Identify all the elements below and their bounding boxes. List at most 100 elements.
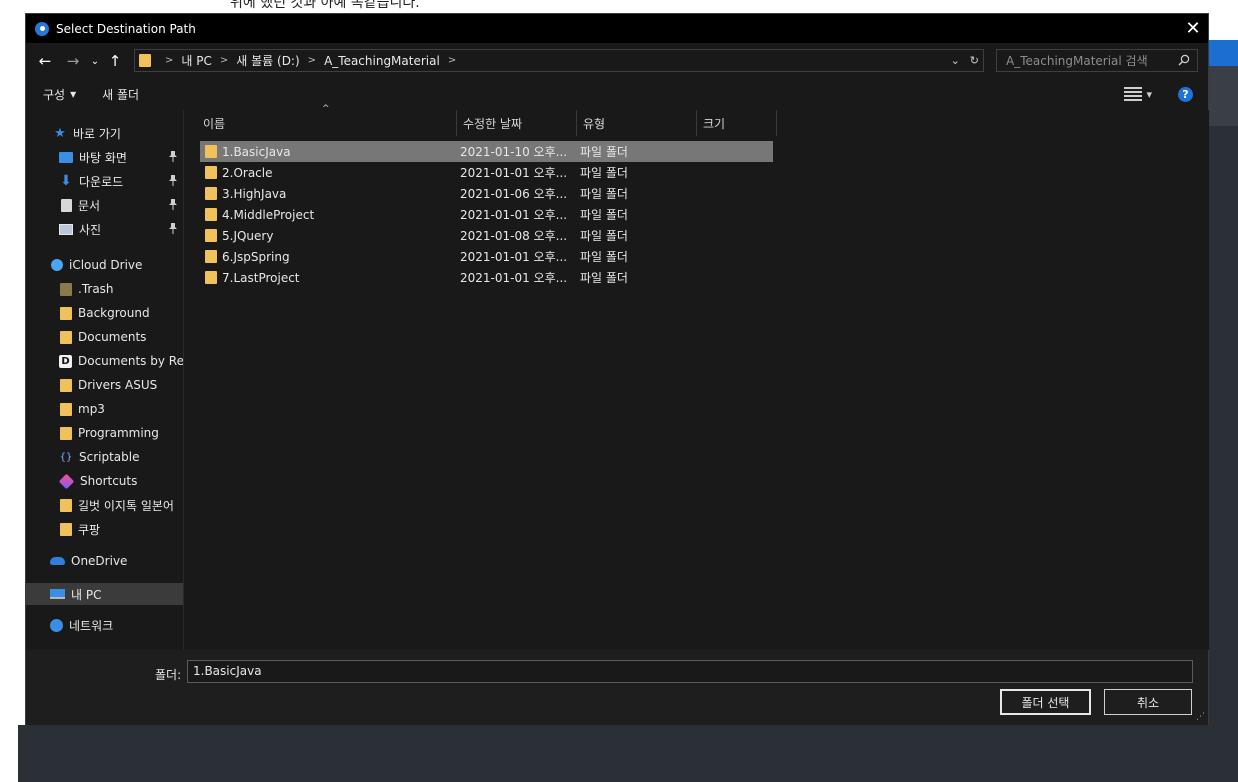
sidebar-item-programming[interactable]: Programming bbox=[26, 422, 183, 444]
sidebar-item-documents-by-readdle[interactable]: D Documents by Rea bbox=[26, 350, 183, 372]
sidebar-item-label: Shortcuts bbox=[80, 474, 138, 488]
folder-icon bbox=[60, 378, 72, 392]
sidebar-item-mp3[interactable]: mp3 bbox=[26, 398, 183, 420]
sidebar-item-shortcuts[interactable]: Shortcuts bbox=[26, 470, 183, 492]
resize-grip-icon[interactable]: ⋰ bbox=[1196, 712, 1205, 722]
search-icon[interactable] bbox=[1178, 54, 1190, 66]
column-header-type[interactable]: 유형 bbox=[577, 110, 697, 136]
recent-locations-button[interactable]: ⌄ bbox=[88, 50, 102, 72]
network-icon bbox=[50, 618, 63, 632]
sidebar-item-onedrive[interactable]: OneDrive bbox=[26, 550, 183, 572]
file-type: 파일 폴더 bbox=[580, 229, 628, 243]
sidebar-item-label: iCloud Drive bbox=[69, 258, 143, 272]
sidebar-item-drivers-asus[interactable]: Drivers ASUS bbox=[26, 374, 183, 396]
organize-button[interactable]: 구성 ▾ bbox=[43, 86, 76, 103]
sidebar-item-pictures[interactable]: 사진 bbox=[26, 218, 183, 240]
forward-button[interactable]: → bbox=[62, 50, 84, 72]
sidebar-item-icloud-drive[interactable]: iCloud Drive bbox=[26, 254, 183, 276]
search-box[interactable]: A_TeachingMaterial 검색 bbox=[996, 49, 1198, 72]
select-folder-button[interactable]: 폴더 선택 bbox=[1000, 689, 1091, 715]
sidebar-item-downloads[interactable]: ⬇ 다운로드 bbox=[26, 170, 183, 192]
folder-icon bbox=[205, 187, 217, 200]
address-dropdown-icon[interactable]: ⌄ bbox=[951, 54, 960, 67]
folder-icon bbox=[205, 250, 217, 263]
sidebar-item-quick-access[interactable]: ★ 바로 가기 bbox=[26, 122, 183, 144]
table-row[interactable]: 1.BasicJava 2021-01-10 오후... 파일 폴더 bbox=[200, 141, 773, 162]
navigation-bar: ← → ⌄ ↑ > 내 PC > 새 볼륨 (D:) > A_TeachingM… bbox=[26, 46, 1208, 76]
sidebar-item-scriptable[interactable]: {} Scriptable bbox=[26, 446, 183, 468]
column-header-name[interactable]: 이름 ^ bbox=[185, 104, 457, 136]
background-left-margin bbox=[0, 0, 18, 782]
onedrive-icon bbox=[50, 557, 65, 565]
pin-icon bbox=[169, 175, 177, 186]
column-header-label: 수정한 날짜 bbox=[463, 116, 523, 131]
file-date: 2021-01-01 오후... bbox=[460, 166, 568, 180]
close-button[interactable]: ✕ bbox=[1178, 14, 1208, 43]
sidebar-item-gilbut-japanese[interactable]: 길벗 이지톡 일본어 bbox=[26, 494, 183, 516]
sidebar-item-label: Background bbox=[78, 306, 150, 320]
file-date: 2021-01-08 오후... bbox=[460, 229, 568, 243]
column-header-date[interactable]: 수정한 날짜 bbox=[457, 110, 577, 136]
sidebar-item-documents-icloud[interactable]: Documents bbox=[26, 326, 183, 348]
breadcrumb-teaching-material[interactable]: A_TeachingMaterial bbox=[324, 54, 440, 68]
documents-by-readdle-icon: D bbox=[59, 354, 72, 368]
breadcrumb-this-pc[interactable]: 내 PC bbox=[181, 52, 211, 69]
sidebar-item-label: 사진 bbox=[79, 222, 102, 237]
sidebar-item-trash[interactable]: .Trash bbox=[26, 278, 183, 300]
file-date: 2021-01-06 오후... bbox=[460, 187, 568, 201]
table-row[interactable]: 2.Oracle 2021-01-01 오후... 파일 폴더 bbox=[200, 162, 773, 183]
icloud-icon bbox=[51, 259, 63, 271]
sidebar-item-label: Documents by Rea bbox=[78, 354, 184, 368]
file-name: 6.JspSpring bbox=[222, 249, 290, 264]
table-row[interactable]: 3.HighJava 2021-01-06 오후... 파일 폴더 bbox=[200, 183, 773, 204]
breadcrumb-separator: > bbox=[447, 55, 457, 66]
help-icon[interactable]: ? bbox=[1178, 86, 1193, 102]
navigation-pane: ★ 바로 가기 바탕 화면 ⬇ 다운로드 문서 사진 iCloud Drive bbox=[26, 110, 184, 650]
sidebar-item-coupang[interactable]: 쿠팡 bbox=[26, 518, 183, 540]
sidebar-item-label: 바탕 화면 bbox=[79, 150, 127, 165]
folder-icon bbox=[60, 282, 72, 296]
cancel-button[interactable]: 취소 bbox=[1104, 689, 1192, 715]
pictures-icon bbox=[59, 223, 73, 235]
column-header-label: 이름 bbox=[203, 116, 226, 131]
view-options-icon[interactable] bbox=[1124, 87, 1143, 101]
sidebar-item-label: Documents bbox=[78, 330, 147, 344]
sidebar-item-label: Drivers ASUS bbox=[78, 378, 158, 392]
back-button[interactable]: ← bbox=[34, 50, 56, 72]
column-header-label: 크기 bbox=[703, 116, 726, 131]
quick-access-star-icon: ★ bbox=[54, 125, 66, 141]
sidebar-item-desktop[interactable]: 바탕 화면 bbox=[26, 146, 183, 168]
search-placeholder: A_TeachingMaterial 검색 bbox=[1006, 54, 1148, 68]
table-row[interactable]: 5.JQuery 2021-01-08 오후... 파일 폴더 bbox=[200, 225, 773, 246]
refresh-icon[interactable]: ↻ bbox=[970, 54, 979, 67]
file-type: 파일 폴더 bbox=[580, 271, 628, 285]
file-name: 7.LastProject bbox=[222, 270, 300, 285]
table-row[interactable]: 4.MiddleProject 2021-01-01 오후... 파일 폴더 bbox=[200, 204, 773, 225]
file-name: 4.MiddleProject bbox=[222, 207, 315, 222]
desktop-icon bbox=[59, 151, 73, 163]
new-folder-button[interactable]: 새 폴더 bbox=[102, 86, 139, 103]
breadcrumb-volume-d[interactable]: 새 볼륨 (D:) bbox=[236, 52, 299, 69]
address-bar[interactable]: > 내 PC > 새 볼륨 (D:) > A_TeachingMaterial … bbox=[134, 49, 984, 72]
file-name: 5.JQuery bbox=[222, 228, 274, 243]
table-row[interactable]: 6.JspSpring 2021-01-01 오후... 파일 폴더 bbox=[200, 246, 773, 267]
sidebar-item-this-pc[interactable]: 내 PC bbox=[26, 583, 183, 605]
folder-icon bbox=[60, 306, 72, 320]
column-header-size[interactable]: 크기 bbox=[697, 110, 777, 136]
folder-name-input[interactable]: 1.BasicJava bbox=[187, 660, 1193, 683]
up-button[interactable]: ↑ bbox=[104, 50, 126, 72]
breadcrumb-separator: > bbox=[219, 55, 229, 66]
background-toolbar-strip bbox=[1208, 66, 1238, 126]
location-pin-icon bbox=[35, 21, 49, 36]
dialog-footer: 폴더: 1.BasicJava 폴더 선택 취소 ⋰ bbox=[26, 650, 1208, 725]
folder-icon bbox=[139, 54, 151, 67]
view-dropdown-icon[interactable]: ▾ bbox=[1146, 88, 1152, 101]
file-type: 파일 폴더 bbox=[580, 145, 628, 159]
table-row[interactable]: 7.LastProject 2021-01-01 오후... 파일 폴더 bbox=[200, 267, 773, 288]
sidebar-item-documents[interactable]: 문서 bbox=[26, 194, 183, 216]
sidebar-item-network[interactable]: 네트워크 bbox=[26, 614, 183, 636]
file-list: 이름 ^ 수정한 날짜 유형 크기 1.BasicJava 2021-01-10… bbox=[185, 104, 1209, 650]
sidebar-item-label: .Trash bbox=[78, 282, 114, 296]
breadcrumb-separator: > bbox=[165, 55, 174, 66]
sidebar-item-background[interactable]: Background bbox=[26, 302, 183, 324]
